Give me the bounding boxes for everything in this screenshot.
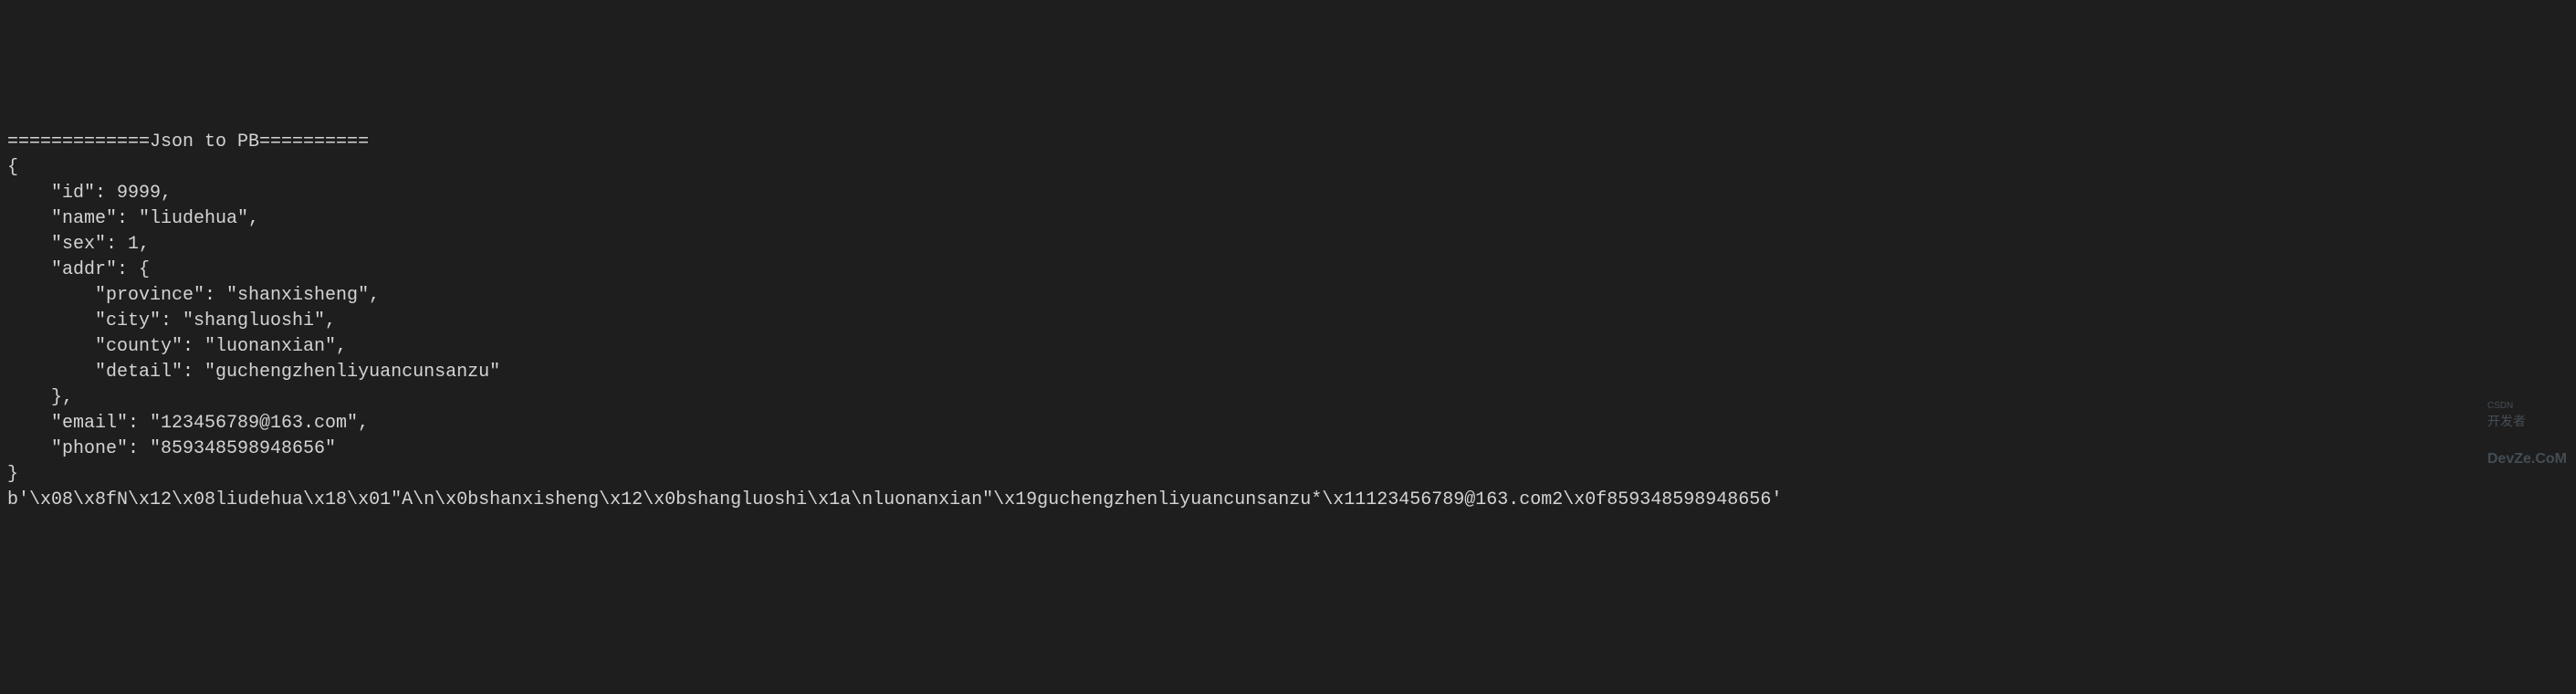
watermark: CSDN 开发者 DevZe.CoM	[2480, 377, 2567, 469]
json-line-0: {	[7, 157, 18, 178]
json-line-9: },	[7, 387, 73, 408]
watermark-brand: DevZe.CoM	[2487, 451, 2567, 467]
json-line-10: "email": "123456789@163.com",	[7, 413, 369, 434]
json-line-12: }	[7, 464, 18, 485]
json-line-4: "addr": {	[7, 259, 150, 280]
json-line-11: "phone": "859348598948656"	[7, 438, 336, 459]
bytes-output: b'\x08\x8fN\x12\x08liudehua\x18\x01"A\n\…	[7, 489, 1782, 510]
json-line-3: "sex": 1,	[7, 234, 150, 255]
json-line-2: "name": "liudehua",	[7, 208, 259, 229]
header-separator: =============Json to PB==========	[7, 131, 369, 152]
json-line-5: "province": "shanxisheng",	[7, 285, 380, 306]
terminal-output: =============Json to PB========== { "id"…	[0, 102, 2576, 515]
json-line-6: "city": "shangluoshi",	[7, 310, 336, 331]
json-line-8: "detail": "guchengzhenliyuancunsanzu"	[7, 362, 500, 383]
json-line-7: "county": "luonanxian",	[7, 336, 347, 357]
watermark-csdn: CSDN	[2487, 401, 2513, 411]
json-line-1: "id": 9999,	[7, 183, 172, 204]
watermark-text: 开发者	[2487, 414, 2526, 428]
